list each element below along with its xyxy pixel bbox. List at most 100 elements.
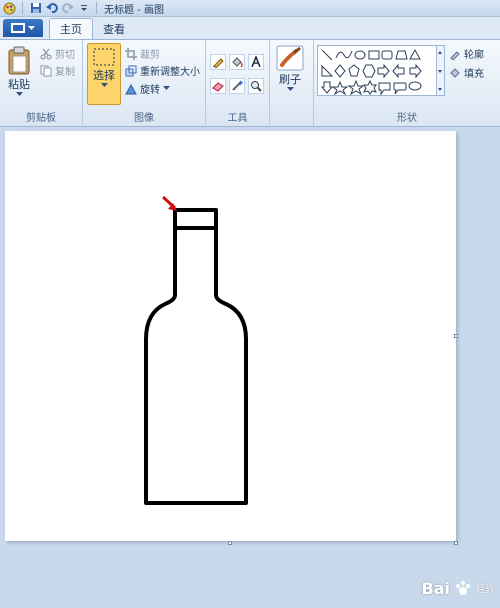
- crop-button[interactable]: 裁剪: [125, 46, 160, 61]
- six-point-star-icon: [363, 79, 377, 95]
- crop-icon: [125, 47, 137, 60]
- paint-menu-button[interactable]: [3, 19, 43, 37]
- color-picker-tool[interactable]: [229, 78, 245, 94]
- select-label: 选择: [93, 69, 115, 82]
- diamond-shape-icon: [334, 64, 346, 78]
- copy-icon: [40, 65, 52, 76]
- scissors-icon: [40, 48, 52, 59]
- clipboard-group-label: 剪贴板: [26, 113, 56, 124]
- brushes-label: 刷子: [279, 73, 301, 86]
- pencil-icon: [213, 58, 224, 68]
- fill-button[interactable]: 填充: [449, 65, 484, 80]
- triangle-shape-icon: [409, 48, 421, 60]
- redo-icon[interactable]: [61, 2, 74, 15]
- text-tool[interactable]: [248, 54, 264, 70]
- quick-access-toolbar: [0, 2, 100, 15]
- pencil-tool[interactable]: [210, 54, 226, 70]
- ribbon: 粘贴 剪切 复制 剪贴板 选择 裁剪 重新调整大小 旋转 图像 工具 刷子 形状…: [0, 39, 500, 127]
- resize-handle-bottom[interactable]: [228, 541, 232, 545]
- title-bar: 无标题 - 画图: [0, 0, 500, 17]
- rotate-icon: [125, 83, 137, 94]
- resize-label: 重新调整大小: [140, 67, 200, 78]
- crop-label: 裁剪: [140, 50, 160, 61]
- qat-separator: [96, 2, 97, 14]
- qat-separator: [22, 2, 23, 14]
- rectangle-shape-icon: [368, 50, 380, 60]
- shapes-group-label: 形状: [397, 113, 417, 124]
- undo-icon[interactable]: [45, 2, 58, 15]
- paint-bucket-icon: [232, 57, 243, 68]
- customize-qat-icon[interactable]: [77, 2, 90, 15]
- callout-rect-icon: [378, 82, 391, 96]
- drawing-canvas[interactable]: [5, 131, 456, 541]
- chevron-down-icon: [100, 83, 108, 87]
- eraser-tool[interactable]: [210, 78, 226, 94]
- hexagon-shape-icon: [362, 64, 376, 78]
- outline-button[interactable]: 轮廓: [449, 46, 484, 61]
- resize-button[interactable]: 重新调整大小: [125, 63, 200, 78]
- chevron-down-icon: [286, 87, 294, 91]
- baidu-watermark: Bai 经验: [422, 579, 495, 598]
- bottle-outline: [144, 208, 248, 505]
- save-icon[interactable]: [29, 2, 42, 15]
- image-group-label: 图像: [134, 113, 154, 124]
- fill-label: 填充: [464, 69, 484, 80]
- outline-icon: [450, 50, 460, 60]
- callout-rounded-icon: [393, 82, 407, 95]
- watermark-text: Bai: [421, 579, 450, 598]
- line-shape-icon: [321, 49, 333, 61]
- chevron-down-icon: [163, 86, 170, 90]
- image-group: 选择 裁剪 重新调整大小 旋转 图像: [83, 40, 206, 127]
- left-arrow-icon: [392, 63, 405, 79]
- paw-icon: [455, 580, 470, 595]
- paste-icon: [8, 46, 30, 75]
- polygon-shape-icon: [395, 50, 408, 60]
- ribbon-tabs: 主页 查看: [0, 17, 500, 39]
- cut-button[interactable]: 剪切: [40, 46, 75, 61]
- paint-app-icon[interactable]: [3, 2, 16, 15]
- shapes-scrollbar[interactable]: [437, 45, 445, 96]
- resize-handle-corner[interactable]: [454, 541, 458, 545]
- shapes-gallery-icons: [320, 48, 422, 96]
- rounded-rectangle-icon: [381, 50, 393, 60]
- outline-label: 轮廓: [464, 50, 484, 61]
- paste-button[interactable]: 粘贴: [6, 46, 32, 97]
- text-icon: [251, 56, 261, 68]
- tools-group-label: 工具: [227, 113, 248, 124]
- brushes-group: 刷子: [270, 40, 314, 127]
- scroll-arrows-icon: [438, 51, 442, 91]
- tab-view[interactable]: 查看: [93, 18, 135, 39]
- pentagon-shape-icon: [348, 64, 360, 77]
- chevron-down-icon: [28, 25, 35, 30]
- window-title: 无标题 - 画图: [104, 4, 164, 16]
- rotate-button[interactable]: 旋转: [125, 81, 170, 96]
- select-button[interactable]: 选择: [87, 43, 121, 105]
- copy-label: 复制: [55, 67, 75, 78]
- bottle-drawing: [144, 195, 248, 505]
- shapes-gallery[interactable]: [317, 45, 437, 96]
- magnifier-icon: [251, 81, 262, 92]
- curve-shape-icon: [335, 50, 353, 59]
- copy-button[interactable]: 复制: [40, 63, 75, 78]
- tab-home[interactable]: 主页: [49, 18, 93, 39]
- tools-group: 工具: [206, 40, 270, 127]
- paste-label: 粘贴: [8, 78, 30, 91]
- resize-handle-right[interactable]: [454, 334, 458, 338]
- five-point-star-icon: [347, 79, 365, 96]
- rotate-label: 旋转: [140, 85, 160, 96]
- right-triangle-icon: [321, 64, 334, 77]
- fill-icon: [450, 67, 460, 78]
- right-arrow-icon: [377, 63, 390, 79]
- watermark-sub: 经验: [475, 585, 494, 595]
- cursor-arrow-icon: [161, 195, 177, 211]
- fill-tool[interactable]: [229, 54, 245, 70]
- magnifier-tool[interactable]: [248, 78, 264, 94]
- four-point-star-icon: [331, 80, 349, 96]
- clipboard-group: 粘贴 剪切 复制 剪贴板: [0, 40, 83, 127]
- brushes-button[interactable]: 刷子: [276, 45, 304, 92]
- eyedropper-icon: [232, 80, 243, 91]
- down-arrow-icon: [320, 81, 334, 94]
- resize-icon: [125, 65, 137, 76]
- brush-icon: [276, 45, 304, 71]
- select-icon: [93, 48, 115, 66]
